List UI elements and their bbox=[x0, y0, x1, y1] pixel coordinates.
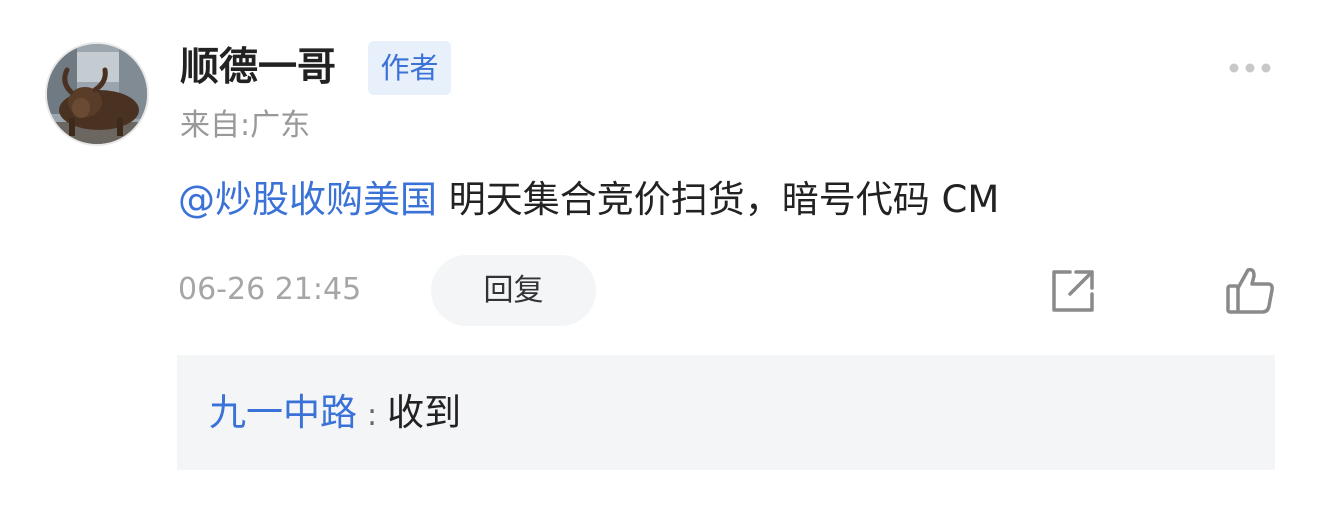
reply-text: 收到 bbox=[387, 391, 462, 434]
more-dots-icon[interactable] bbox=[1226, 58, 1274, 78]
share-icon[interactable] bbox=[1048, 266, 1098, 316]
reply-panel: 九一中路: 收到 bbox=[177, 355, 1275, 470]
comment-body: @炒股收购美国 明天集合竞价扫货，暗号代码 CM bbox=[178, 172, 999, 228]
username[interactable]: 顺德一哥 bbox=[180, 38, 336, 98]
timestamp: 06-26 21:45 bbox=[178, 272, 362, 307]
thumbs-up-icon[interactable] bbox=[1224, 264, 1276, 316]
comment-text: 明天集合竞价扫货，暗号代码 CM bbox=[437, 178, 1000, 221]
mention-link[interactable]: @炒股收购美国 bbox=[178, 178, 437, 221]
reply-button[interactable]: 回复 bbox=[431, 255, 596, 326]
reply-separator: : bbox=[367, 398, 378, 433]
bull-statue-avatar bbox=[47, 44, 147, 144]
reply-item: 九一中路: 收到 bbox=[209, 385, 461, 444]
location-label: 来自:广东 bbox=[180, 108, 311, 143]
author-badge: 作者 bbox=[368, 41, 451, 95]
reply-username[interactable]: 九一中路 bbox=[209, 391, 357, 434]
avatar[interactable] bbox=[45, 42, 149, 146]
